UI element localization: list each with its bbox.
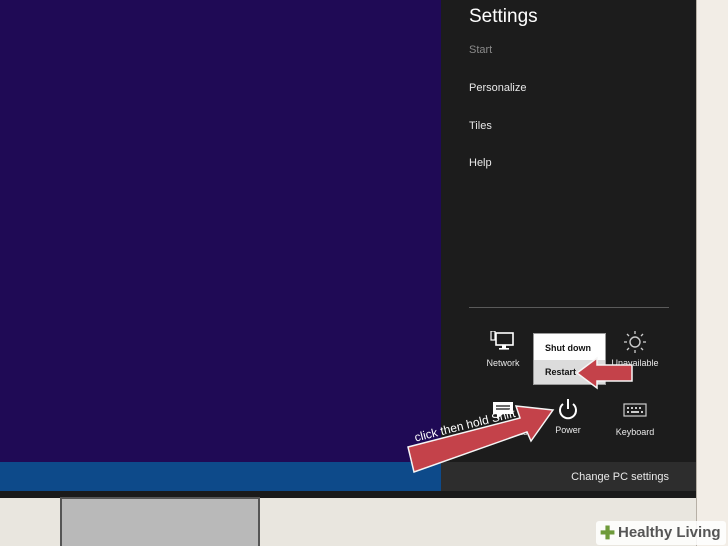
wall-background [696,0,728,546]
monitor-stand [60,497,260,546]
plus-logo-icon: ✚ [600,523,616,543]
watermark-text: Healthy Living [618,524,721,541]
watermark: ✚ Healthy Living [596,521,726,545]
monitor-bezel [0,0,704,498]
screenshot-stage: Settings Start Personalize Tiles Help Ne… [0,0,728,546]
